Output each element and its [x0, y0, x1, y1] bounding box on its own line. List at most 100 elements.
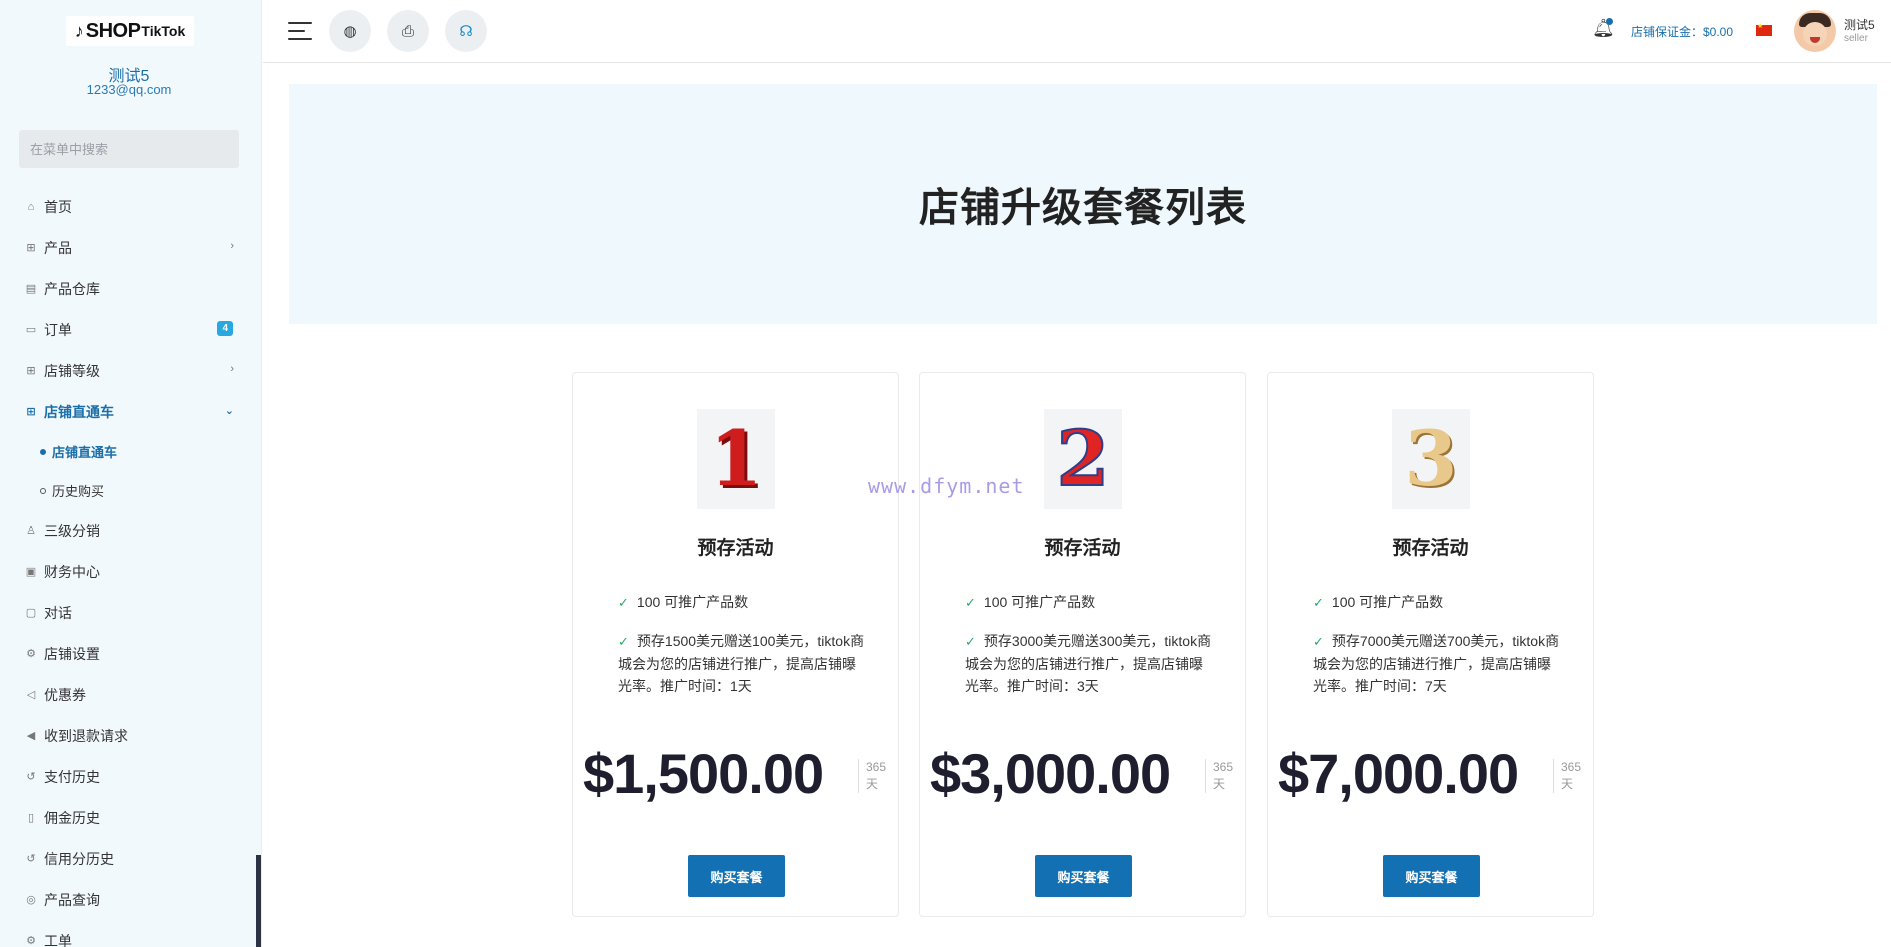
plan-title: 预存活动 — [1044, 538, 1121, 559]
shop-tiktok-logo[interactable]: ♪ SHOP TikTok — [66, 16, 194, 46]
refund-icon: ◀ — [26, 730, 36, 742]
sidebar-item-home[interactable]: ⌂ 首页 — [0, 186, 258, 227]
sidebar-item-orders[interactable]: ▭ 订单 4 — [0, 309, 258, 350]
sidebar: ♪ SHOP TikTok 测试5 1233@qq.com ⌂ 首页 ⊞ 产品 … — [0, 0, 262, 947]
top-header: ◍ ⎙ ☊ 🔔︎ 店铺保证金：$0.00 测试5 seller — [263, 0, 1891, 63]
shop-deposit-text: 店铺保证金：$0.00 — [1631, 25, 1734, 39]
plan-feature: ✓ 100 可推广产品数 — [1313, 594, 1444, 610]
check-icon: ✓ — [618, 595, 629, 610]
china-flag-icon[interactable] — [1756, 22, 1772, 36]
plan-price: $7,000.00 — [1278, 742, 1519, 805]
buy-plan-button[interactable]: 购买套餐 — [1383, 855, 1480, 897]
plan-card: 2 预存活动 ✓ 100 可推广产品数 ✓ 预存3000美元赠送300美元，tikt… — [919, 372, 1246, 917]
sidebar-item-label: 店铺等级 — [44, 362, 100, 379]
support-button[interactable]: ☊ — [445, 10, 487, 52]
print-button[interactable]: ⎙ — [387, 10, 429, 52]
page-title: 店铺升级套餐列表 — [919, 186, 1247, 230]
plan-price: $1,500.00 — [583, 742, 824, 805]
submenu-item-shop-express[interactable]: 店铺直通车 — [0, 432, 258, 471]
gear-icon: ⚙ — [26, 935, 36, 947]
plan-feature: ✓ 预存3000美元赠送300美元，tiktok商城会为您的店铺进行推广，提高店铺… — [965, 633, 1212, 694]
sidebar-item-label: 产品查询 — [44, 891, 100, 908]
sidebar-item-products[interactable]: ⊞ 产品 › — [0, 227, 258, 268]
sidebar-item-product-query[interactable]: ◎ 产品查询 — [0, 879, 258, 920]
sidebar-item-commission-history[interactable]: ▯ 佣金历史 — [0, 797, 258, 838]
sidebar-item-label: 产品仓库 — [44, 280, 100, 297]
plan-title: 预存活动 — [1392, 538, 1469, 559]
sidebar-item-distribution[interactable]: ♙ 三级分销 — [0, 510, 258, 551]
sidebar-menu: ⌂ 首页 ⊞ 产品 › ▤ 产品仓库 ▭ 订单 4 ⊞ 店铺等级 › ⊞ 店铺直… — [0, 186, 258, 947]
cart-icon: ⊞ — [26, 365, 36, 377]
sidebar-item-shop-express[interactable]: ⊞ 店铺直通车 ⌄ — [0, 391, 258, 432]
sidebar-item-label: 优惠券 — [44, 686, 86, 703]
sidebar-item-label: 对话 — [44, 604, 72, 621]
home-icon: ⌂ — [27, 200, 35, 213]
notification-dot — [1606, 18, 1613, 25]
plan-feature: ✓ 100 可推广产品数 — [618, 594, 749, 610]
sidebar-item-warehouse[interactable]: ▤ 产品仓库 — [0, 268, 258, 309]
notification-button[interactable]: 🔔︎ — [1592, 18, 1615, 42]
header-user-name[interactable]: 测试5 — [1844, 16, 1875, 33]
buy-plan-button[interactable]: 购买套餐 — [688, 855, 785, 897]
sidebar-item-refund-requests[interactable]: ◀ 收到退款请求 — [0, 715, 258, 756]
gear-icon: ⚙ — [26, 648, 36, 660]
language-globe-button[interactable]: ◍ — [329, 10, 371, 52]
history-icon: ↺ — [26, 771, 36, 783]
menu-toggle-icon[interactable] — [288, 22, 312, 40]
headset-icon: ☊ — [459, 23, 473, 40]
search-circle-icon: ◎ — [26, 894, 36, 906]
sidebar-item-label: 店铺直通车 — [44, 403, 114, 420]
avatar[interactable] — [1794, 10, 1836, 52]
sidebar-user-email: 1233@qq.com — [86, 82, 172, 97]
chat-icon: ▢ — [25, 607, 37, 619]
sidebar-item-label: 收到退款请求 — [44, 727, 128, 744]
plan-feature: ✓ 预存7000美元赠送700美元，tiktok商城会为您的店铺进行推广，提高店铺… — [1313, 633, 1560, 694]
cart-icon: ⊞ — [26, 406, 36, 418]
logo-shop-text: SHOP — [85, 19, 141, 42]
sidebar-item-chat[interactable]: ▢ 对话 — [0, 592, 258, 633]
check-icon: ✓ — [1313, 595, 1324, 610]
plan-number-image: 3 — [1392, 409, 1470, 509]
chevron-right-icon: › — [230, 363, 234, 375]
sidebar-item-shop-level[interactable]: ⊞ 店铺等级 › — [0, 350, 258, 391]
plan-price: $3,000.00 — [930, 742, 1171, 805]
plan-number-image: 2 — [1044, 409, 1122, 509]
plan-number-image: 1 — [697, 409, 775, 509]
plan-card: 3 预存活动 ✓ 100 可推广产品数 ✓ 预存7000美元赠送700美元，tikt… — [1267, 372, 1594, 917]
globe-icon: ◍ — [343, 23, 357, 40]
sidebar-scrollbar[interactable] — [256, 855, 261, 947]
document-icon: ▯ — [27, 812, 35, 824]
megaphone-icon: ◁ — [26, 689, 36, 701]
sidebar-item-coupons[interactable]: ◁ 优惠券 — [0, 674, 258, 715]
sidebar-item-label: 三级分销 — [44, 522, 100, 539]
submenu-item-label: 店铺直通车 — [52, 445, 118, 460]
plan-feature: ✓ 100 可推广产品数 — [965, 594, 1096, 610]
wallet-icon: ▣ — [25, 566, 37, 578]
sidebar-item-credit-history[interactable]: ↺ 信用分历史 — [0, 838, 258, 879]
submenu-item-label: 历史购买 — [52, 484, 105, 499]
sidebar-item-label: 信用分历史 — [44, 850, 114, 867]
menu-search-input[interactable] — [19, 130, 239, 168]
check-icon: ✓ — [965, 634, 976, 649]
sidebar-item-shop-settings[interactable]: ⚙ 店铺设置 — [0, 633, 258, 674]
order-icon: ▭ — [25, 324, 37, 336]
chevron-right-icon: › — [230, 240, 234, 252]
sidebar-item-label: 佣金历史 — [44, 809, 100, 826]
sidebar-item-label: 支付历史 — [44, 768, 100, 785]
plan-title: 预存活动 — [697, 538, 774, 559]
bullet-icon — [40, 487, 46, 494]
plan-period: 365 天 — [858, 759, 888, 793]
sidebar-item-label: 工单 — [44, 932, 72, 947]
printer-icon: ⎙ — [401, 22, 414, 40]
sidebar-item-tickets[interactable]: ⚙ 工单 — [0, 920, 258, 947]
chevron-down-icon: ⌄ — [224, 405, 234, 417]
logo-tiktok-text: TikTok — [141, 23, 186, 39]
sidebar-item-finance[interactable]: ▣ 财务中心 — [0, 551, 258, 592]
submenu-item-purchase-history[interactable]: 历史购买 — [0, 471, 258, 510]
history-icon: ↺ — [26, 853, 36, 865]
buy-plan-button[interactable]: 购买套餐 — [1035, 855, 1132, 897]
watermark-text: www.dfym.net — [868, 474, 1025, 498]
warehouse-icon: ▤ — [25, 283, 37, 295]
sidebar-item-payment-history[interactable]: ↺ 支付历史 — [0, 756, 258, 797]
check-icon: ✓ — [965, 595, 976, 610]
